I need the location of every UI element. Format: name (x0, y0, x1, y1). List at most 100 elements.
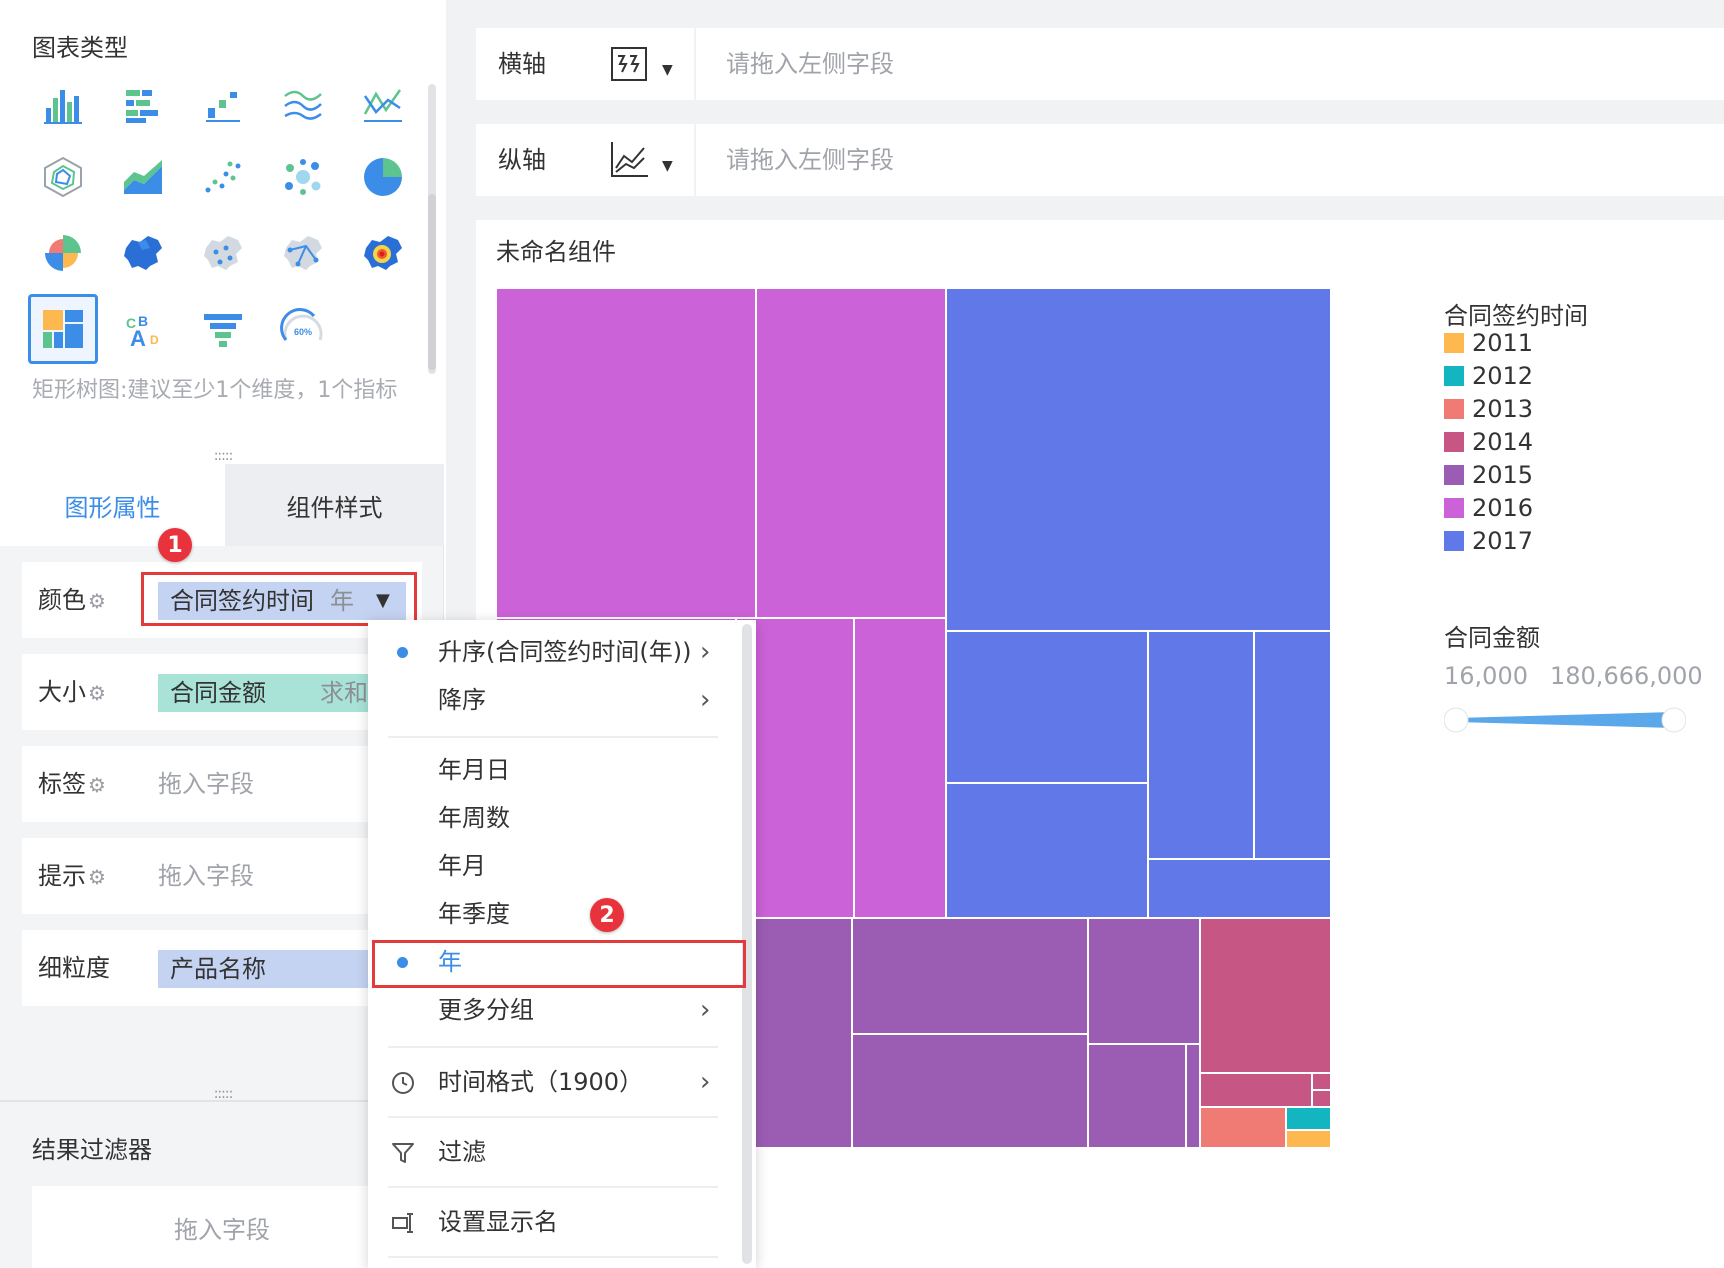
properties-resize-handle[interactable]: ::::: (210, 1087, 236, 1101)
x-axis-label: 横轴 (498, 50, 546, 78)
chevron-right-icon: › (700, 995, 711, 1025)
x-axis-type-dropdown-icon[interactable]: ▼ (662, 62, 673, 78)
chevron-right-icon: › (700, 685, 711, 715)
y-axis-drop-zone[interactable]: 请拖入左侧字段 (726, 124, 894, 196)
treemap-tile-2017[interactable] (1148, 631, 1254, 859)
menu-item-year-week[interactable]: 年周数 (368, 794, 738, 842)
menu-item-more-groups[interactable]: 更多分组 › (368, 986, 738, 1034)
treemap-tile-2015[interactable] (1088, 918, 1200, 1044)
highlight-box-color-field (141, 572, 417, 626)
y-axis-type-dropdown-icon[interactable]: ▼ (662, 158, 673, 174)
size-settings-gear-icon[interactable]: ⚙ (88, 681, 106, 705)
result-filter-drop-zone[interactable]: 拖入字段 (32, 1186, 412, 1268)
legend-item-2012[interactable]: 2012 (1444, 361, 1533, 391)
year-quarter-label: 年季度 (438, 900, 510, 928)
highlight-box-year-option (372, 940, 746, 988)
menu-item-year-month-day[interactable]: 年月日 (368, 746, 738, 794)
word-cloud-icon[interactable]: CBAD (108, 294, 178, 364)
legend-item-2017[interactable]: 2017 (1444, 526, 1533, 556)
heat-map-icon[interactable] (348, 218, 418, 288)
size-legend-title: 合同金额 (1444, 624, 1540, 652)
color-label: 颜色 ⚙ (38, 562, 106, 638)
tab-graph-properties[interactable]: 图形属性 (0, 464, 225, 546)
tooltip-settings-gear-icon[interactable]: ⚙ (88, 865, 106, 889)
granularity-label: 细粒度 (38, 954, 110, 982)
line-chart-icon[interactable] (348, 70, 418, 140)
legend-swatch (1444, 399, 1464, 419)
chart-type-resize-handle[interactable]: ::::: (210, 449, 236, 463)
menu-item-year-quarter[interactable]: 年季度 (368, 890, 738, 938)
treemap-chart-icon[interactable] (28, 294, 98, 364)
treemap-tile-2017[interactable] (946, 783, 1148, 918)
region-map-icon[interactable] (108, 218, 178, 288)
y-axis-bar: 纵轴 ▼ 请拖入左侧字段 (476, 124, 1724, 196)
menu-item-time-format[interactable]: 时间格式（1900） › (368, 1058, 738, 1106)
year-month-label: 年月 (438, 852, 486, 880)
label-settings-gear-icon[interactable]: ⚙ (88, 773, 106, 797)
treemap-tile-2017[interactable] (1148, 859, 1331, 918)
tooltip-label-text: 提示 (38, 862, 86, 890)
treemap-tile-2014[interactable] (1312, 1073, 1331, 1090)
size-slider-min-handle[interactable] (1444, 707, 1469, 733)
tab-component-style[interactable]: 组件样式 (225, 464, 444, 546)
radar-chart-icon[interactable] (28, 142, 98, 212)
chart-type-scrollbar-thumb[interactable] (428, 194, 436, 370)
property-row-size: 大小 ⚙ 合同金额 求和 (22, 654, 422, 730)
label-drop-zone[interactable]: 拖入字段 (158, 746, 254, 822)
stacked-bar-chart-icon[interactable] (108, 70, 178, 140)
x-axis-type-icon[interactable] (608, 42, 652, 86)
property-tabs: 图形属性 组件样式 (0, 464, 444, 546)
menu-item-year-month[interactable]: 年月 (368, 842, 738, 890)
legend-item-2014[interactable]: 2014 (1444, 427, 1533, 457)
legend-item-2015[interactable]: 2015 (1444, 460, 1533, 490)
treemap-tile-2013[interactable] (1200, 1107, 1286, 1148)
point-map-icon[interactable] (188, 218, 258, 288)
legend-item-2016[interactable]: 2016 (1444, 493, 1533, 523)
size-legend-slider[interactable] (1444, 700, 1686, 740)
treemap-tile-2014[interactable] (1200, 918, 1331, 1073)
pie-chart-icon[interactable] (348, 142, 418, 212)
gauge-chart-icon[interactable]: 60% (268, 294, 338, 364)
color-settings-gear-icon[interactable]: ⚙ (88, 589, 106, 613)
size-slider-max-handle[interactable] (1661, 707, 1686, 733)
grouped-bar-chart-icon[interactable] (28, 70, 98, 140)
multi-line-chart-icon[interactable] (268, 70, 338, 140)
clock-icon (392, 1072, 414, 1094)
treemap-tile-2016[interactable] (854, 618, 946, 918)
treemap-tile-2014[interactable] (1200, 1073, 1312, 1107)
year-week-label: 年周数 (438, 804, 510, 832)
rose-chart-icon[interactable] (28, 218, 98, 288)
menu-item-set-display-name[interactable]: 设置显示名 (368, 1198, 738, 1246)
legend-item-2011[interactable]: 2011 (1444, 328, 1533, 358)
granularity-field-pill[interactable]: 产品名称 (158, 950, 388, 988)
treemap-tile-2016[interactable] (496, 288, 756, 618)
area-chart-icon[interactable] (108, 142, 178, 212)
treemap-tile-2015[interactable] (852, 918, 1088, 1034)
treemap-tile-2015[interactable] (1186, 1044, 1200, 1148)
flow-map-icon[interactable] (268, 218, 338, 288)
legend-swatch (1444, 366, 1464, 386)
range-bar-chart-icon[interactable] (188, 70, 258, 140)
funnel-chart-icon[interactable] (188, 294, 258, 364)
legend-swatch (1444, 465, 1464, 485)
treemap-tile-2017[interactable] (946, 631, 1148, 783)
treemap-tile-2015[interactable] (852, 1034, 1088, 1148)
menu-item-sort-ascending[interactable]: 升序(合同签约时间(年)) › (368, 628, 738, 676)
menu-item-sort-descending[interactable]: 降序 › (368, 676, 738, 724)
y-axis-type-icon[interactable] (608, 138, 652, 182)
treemap-tile-2011[interactable] (1286, 1130, 1331, 1148)
tooltip-drop-zone[interactable]: 拖入字段 (158, 838, 254, 914)
component-title[interactable]: 未命名组件 (496, 232, 616, 267)
treemap-tile-2017[interactable] (1254, 631, 1331, 859)
treemap-tile-2015[interactable] (1088, 1044, 1186, 1148)
treemap-tile-2012[interactable] (1286, 1107, 1331, 1130)
treemap-tile-2016[interactable] (756, 288, 946, 618)
scatter-chart-icon[interactable] (188, 142, 258, 212)
legend-item-2013[interactable]: 2013 (1444, 394, 1533, 424)
size-field-pill[interactable]: 合同金额 求和 (158, 674, 388, 712)
x-axis-drop-zone[interactable]: 请拖入左侧字段 (726, 28, 894, 100)
bubble-chart-icon[interactable] (268, 142, 338, 212)
menu-item-filter[interactable]: 过滤 (368, 1128, 738, 1176)
treemap-tile-2014[interactable] (1312, 1090, 1331, 1107)
treemap-tile-2017[interactable] (946, 288, 1331, 631)
